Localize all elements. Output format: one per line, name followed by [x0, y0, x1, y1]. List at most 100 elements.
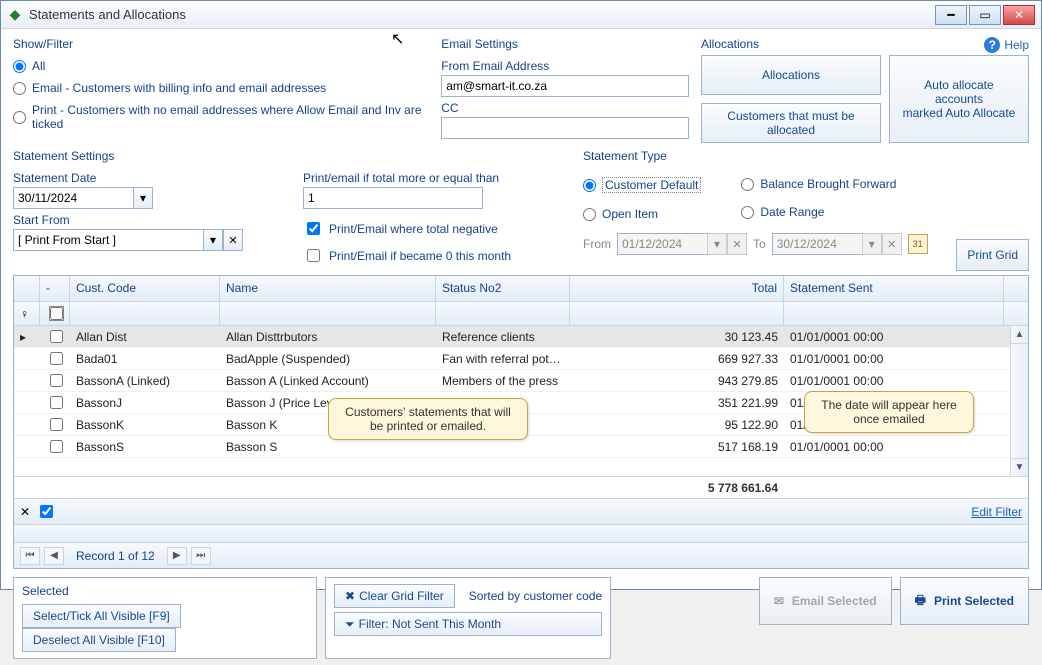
cell-status: Members of the press	[436, 374, 570, 388]
threshold-label: Print/email if total more or equal than	[303, 171, 553, 185]
cell-name: BadApple (Suspended)	[220, 352, 436, 366]
col-indicator[interactable]	[14, 276, 40, 301]
row-checkbox[interactable]	[40, 415, 70, 434]
filter-clear-x[interactable]: ✕	[20, 505, 30, 519]
radio-print[interactable]: Print - Customers with no email addresse…	[13, 103, 429, 131]
cell-code: Allan Dist	[70, 330, 220, 344]
neg-checkbox[interactable]: Print/Email where total negative	[303, 219, 553, 238]
cell-code: BassonK	[70, 418, 220, 432]
email-selected-button[interactable]: ✉ Email Selected	[759, 577, 892, 625]
filter-toggle[interactable]	[40, 505, 53, 518]
start-from-label: Start From	[13, 213, 273, 227]
grid-filter-row[interactable]: ♀	[14, 302, 1028, 326]
radio-customer-default[interactable]: Customer Default	[583, 177, 701, 193]
row-checkbox[interactable]	[40, 393, 70, 412]
selected-title: Selected	[22, 584, 308, 598]
from-email-label: From Email Address	[441, 59, 689, 73]
record-indicator: Record 1 of 12	[68, 549, 163, 563]
cc-label: CC	[441, 101, 689, 115]
row-checkbox[interactable]	[40, 371, 70, 390]
allocations-button[interactable]: Allocations	[701, 55, 881, 95]
allocations-label: Allocations	[701, 37, 1029, 51]
radio-date-range[interactable]: Date Range	[741, 205, 896, 219]
col-sent[interactable]: Statement Sent	[784, 276, 1004, 301]
filter-panel: ✖Clear Grid Filter Sorted by customer co…	[325, 577, 611, 659]
zero-checkbox[interactable]: Print/Email if became 0 this month	[303, 246, 553, 265]
close-button[interactable]: ✕	[1003, 5, 1035, 25]
nav-last[interactable]: ⏭	[191, 547, 211, 565]
nav-prev[interactable]: ◀	[44, 547, 64, 565]
customers-allocated-button[interactable]: Customers that must be allocated	[701, 103, 881, 143]
nav-first[interactable]: ⏮	[20, 547, 40, 565]
cell-status: Reference clients	[436, 330, 570, 344]
filter-not-sent-button[interactable]: ⏷Filter: Not Sent This Month	[334, 612, 602, 636]
col-cust-code[interactable]: Cust. Code	[70, 276, 220, 301]
cell-total: 669 927.33	[570, 352, 784, 366]
filter-check[interactable]	[40, 302, 70, 325]
cell-sent: 01/01/0001 00:00	[784, 440, 1004, 454]
print-grid-button[interactable]: Print Grid	[956, 239, 1029, 271]
auto-allocate-button[interactable]: Auto allocate accounts marked Auto Alloc…	[889, 55, 1029, 143]
print-selected-button[interactable]: 🖶 Print Selected	[900, 577, 1029, 625]
cell-total: 943 279.85	[570, 374, 784, 388]
statement-date-dropdown[interactable]: ▾	[133, 187, 153, 209]
app-icon: ◆	[7, 7, 23, 23]
email-settings-label: Email Settings	[441, 37, 689, 51]
cell-total: 351 221.99	[570, 396, 784, 410]
threshold-input[interactable]	[303, 187, 483, 209]
grid-filter-bar: ✕ Edit Filter	[14, 498, 1028, 524]
col-check[interactable]: -	[40, 276, 70, 301]
grid-nav: ⏮ ◀ Record 1 of 12 ▶ ⏭	[14, 542, 1028, 568]
from-email-input[interactable]	[441, 75, 689, 97]
scroll-up-icon[interactable]: ▲	[1011, 326, 1028, 344]
cell-code: Bada01	[70, 352, 220, 366]
maximize-button[interactable]: ▭	[969, 5, 1001, 25]
horizontal-scrollbar[interactable]	[14, 524, 1028, 542]
titlebar: ◆ Statements and Allocations ━ ▭ ✕	[1, 1, 1041, 29]
scroll-down-icon[interactable]: ▼	[1011, 458, 1028, 476]
row-checkbox[interactable]	[40, 327, 70, 346]
edit-filter-link[interactable]: Edit Filter	[971, 505, 1022, 519]
selected-panel: Selected Select/Tick All Visible [F9] De…	[13, 577, 317, 659]
table-row[interactable]: BassonA (Linked)Basson A (Linked Account…	[14, 370, 1028, 392]
filter-indicator[interactable]: ♀	[14, 302, 40, 325]
clear-grid-filter-button[interactable]: ✖Clear Grid Filter	[334, 584, 455, 608]
start-from-clear[interactable]: ✕	[223, 229, 243, 251]
from-date-clear: ✕	[727, 233, 747, 255]
to-date-clear: ✕	[882, 233, 902, 255]
radio-all[interactable]: All	[13, 59, 429, 73]
table-row[interactable]: Bada01BadApple (Suspended)Fan with refer…	[14, 348, 1028, 370]
minimize-button[interactable]: ━	[935, 5, 967, 25]
start-from-input[interactable]	[13, 229, 203, 251]
col-total[interactable]: Total	[570, 276, 784, 301]
col-name[interactable]: Name	[220, 276, 436, 301]
to-date-dropdown: ▾	[862, 233, 882, 255]
grid: - Cust. Code Name Status No2 Total State…	[13, 275, 1029, 569]
cc-input[interactable]	[441, 117, 689, 139]
to-date-input	[772, 233, 862, 255]
statement-date-input[interactable]	[13, 187, 133, 209]
row-checkbox[interactable]	[40, 349, 70, 368]
col-status[interactable]: Status No2	[436, 276, 570, 301]
cell-sent: 01/01/0001 00:00	[784, 374, 1004, 388]
grand-total: 5 778 661.64	[570, 481, 784, 495]
cell-total: 30 123.45	[570, 330, 784, 344]
cell-sent: 01/01/0001 00:00	[784, 330, 1004, 344]
table-row[interactable]: ▸Allan DistAllan DisttrbutorsReference c…	[14, 326, 1028, 348]
nav-next[interactable]: ▶	[167, 547, 187, 565]
radio-bbf[interactable]: Balance Brought Forward	[741, 177, 896, 191]
radio-open-item[interactable]: Open Item	[583, 207, 701, 221]
tick-all-button[interactable]: Select/Tick All Visible [F9]	[22, 604, 181, 628]
radio-email[interactable]: Email - Customers with billing info and …	[13, 81, 429, 95]
row-checkbox[interactable]	[40, 437, 70, 456]
deselect-all-button[interactable]: Deselect All Visible [F10]	[22, 628, 176, 652]
cell-status: Fan with referral potential	[436, 352, 570, 366]
start-from-dropdown[interactable]: ▾	[203, 229, 223, 251]
vertical-scrollbar[interactable]: ▲ ▼	[1010, 326, 1028, 476]
calendar-icon[interactable]: 31	[908, 234, 928, 254]
statement-type-label: Statement Type	[583, 149, 1029, 163]
callout-date: The date will appear here once emailed	[804, 391, 974, 433]
help-link[interactable]: ? Help	[984, 37, 1029, 53]
statement-date-label: Statement Date	[13, 171, 273, 185]
from-date-input	[617, 233, 707, 255]
